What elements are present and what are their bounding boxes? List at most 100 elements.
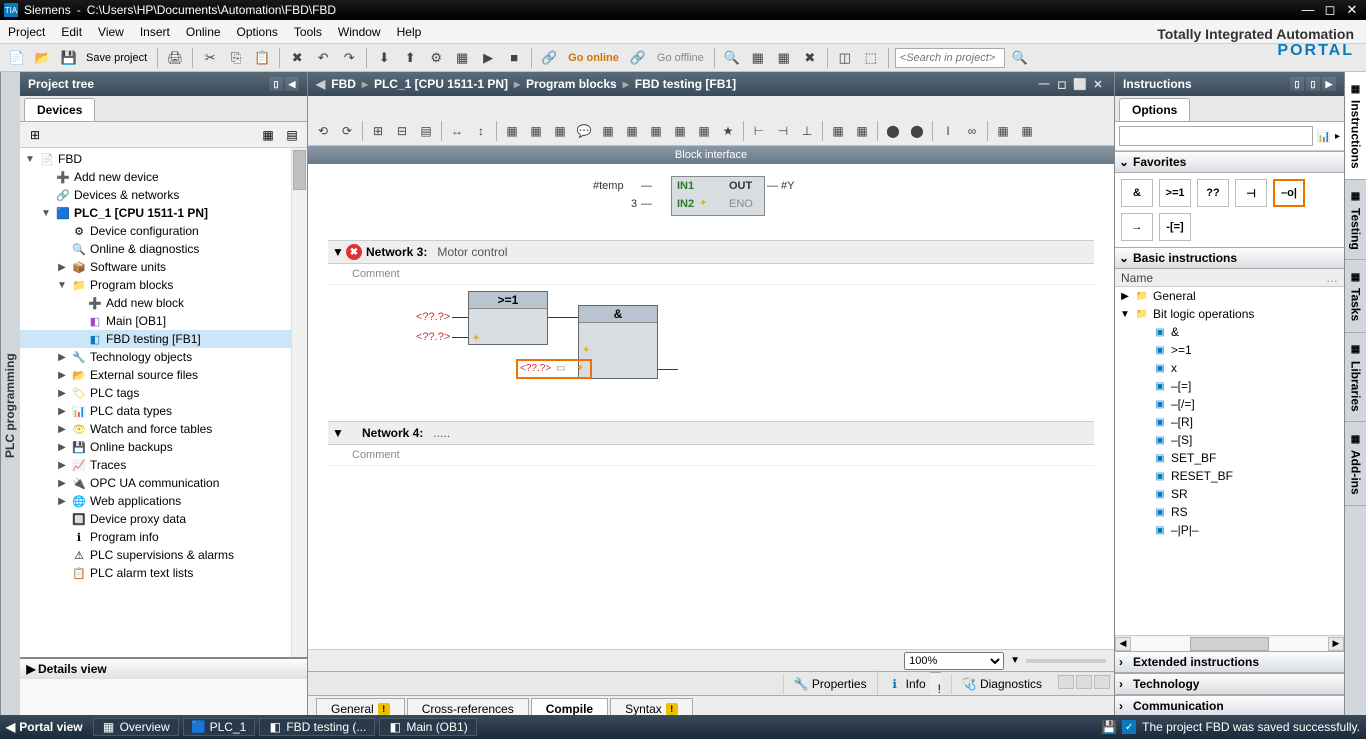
right-tab-tasks[interactable]: ▦Tasks: [1345, 260, 1366, 332]
et-btn-10[interactable]: ▦: [549, 120, 571, 142]
editor-maximize-button[interactable]: ⬜: [1072, 76, 1088, 92]
tree-view-button[interactable]: ▦: [257, 124, 279, 146]
instruction-item[interactable]: ▣SET_BF: [1115, 449, 1344, 467]
split-h-button[interactable]: ◫: [834, 47, 856, 69]
instruction-item[interactable]: ▣RESET_BF: [1115, 467, 1344, 485]
tree-hide-button[interactable]: ◀: [285, 77, 299, 91]
cross-ref-button[interactable]: ▦: [773, 47, 795, 69]
tree-item[interactable]: ▶📈Traces: [20, 456, 307, 474]
tree-collapse-button[interactable]: ▯: [269, 77, 283, 91]
et-btn-18[interactable]: ⊢: [748, 120, 770, 142]
instruction-search-input[interactable]: [1119, 126, 1313, 146]
devices-tab[interactable]: Devices: [24, 98, 95, 121]
taskbar-item[interactable]: 🟦PLC_1: [183, 718, 256, 736]
network-4-header[interactable]: ▼ Network 4: .....: [328, 421, 1094, 445]
network-3-canvas[interactable]: >=1 <??.?> <??.?> ✦ & ✦ <??.?> ▭ ✦: [408, 291, 1094, 411]
et-btn-20[interactable]: ⊥: [796, 120, 818, 142]
menu-insert[interactable]: Insert: [140, 25, 170, 39]
paste-button[interactable]: 📋: [251, 47, 273, 69]
instruction-item[interactable]: ▣–[=]: [1115, 377, 1344, 395]
et-btn-3[interactable]: ⊞: [367, 120, 389, 142]
tree-item[interactable]: ℹProgram info: [20, 528, 307, 546]
menu-window[interactable]: Window: [338, 25, 381, 39]
instruction-item[interactable]: ▼📁Bit logic operations: [1115, 305, 1344, 323]
search-input[interactable]: [895, 48, 1005, 68]
et-btn-9[interactable]: ▦: [525, 120, 547, 142]
et-btn-23[interactable]: ⬤: [882, 120, 904, 142]
inst-layout-button[interactable]: ▯: [1290, 77, 1304, 91]
copy-button[interactable]: ⎘: [225, 47, 247, 69]
tree-toggle-button[interactable]: ⊞: [24, 124, 46, 146]
network-3-header[interactable]: ▼ ✖ Network 3: Motor control: [328, 240, 1094, 264]
et-btn-12[interactable]: ▦: [597, 120, 619, 142]
inspector-close-button[interactable]: [1094, 675, 1110, 689]
editor-canvas[interactable]: #temp — IN1 3 — IN2 ✦ OUT — #Y ENO ▼ ✖ N…: [308, 164, 1114, 649]
instructions-tree[interactable]: ▶📁General▼📁Bit logic operations▣&▣>=1▣x▣…: [1115, 287, 1344, 635]
zoom-select[interactable]: 100%: [904, 652, 1004, 670]
instruction-item[interactable]: ▣–[/=]: [1115, 395, 1344, 413]
tree-item[interactable]: ▶🌐Web applications: [20, 492, 307, 510]
menu-edit[interactable]: Edit: [61, 25, 82, 39]
info-tab[interactable]: ℹInfo!: [877, 669, 951, 699]
instruction-item[interactable]: ▣>=1: [1115, 341, 1344, 359]
et-btn-2[interactable]: ⟳: [336, 120, 358, 142]
instruction-item[interactable]: ▣&: [1115, 323, 1344, 341]
tree-item[interactable]: ◧FBD testing [FB1]: [20, 330, 307, 348]
instruction-item[interactable]: ▶📁General: [1115, 287, 1344, 305]
tree-item[interactable]: 🔗Devices & networks: [20, 186, 307, 204]
instruction-item[interactable]: ▣SR: [1115, 485, 1344, 503]
start-button[interactable]: ▶: [477, 47, 499, 69]
et-btn-1[interactable]: ⟲: [312, 120, 334, 142]
taskbar-item[interactable]: ◧Main (OB1): [379, 718, 476, 736]
favorite-item[interactable]: -[=]: [1159, 213, 1191, 241]
instruction-item[interactable]: ▣–[S]: [1115, 431, 1344, 449]
right-tab-testing[interactable]: ▦Testing: [1345, 180, 1366, 261]
tree-item[interactable]: ▼📁Program blocks: [20, 276, 307, 294]
tree-item[interactable]: ▶🔧Technology objects: [20, 348, 307, 366]
instruction-item[interactable]: ▣–|P|–: [1115, 521, 1344, 539]
et-btn-7[interactable]: ↕: [470, 120, 492, 142]
et-btn-19[interactable]: ⊣: [772, 120, 794, 142]
menu-help[interactable]: Help: [397, 25, 422, 39]
tree-item[interactable]: ▼📄FBD: [20, 150, 307, 168]
inst-hide-button[interactable]: ▶: [1322, 77, 1336, 91]
tree-item[interactable]: ▶📦Software units: [20, 258, 307, 276]
editor-close-button[interactable]: ✕: [1090, 76, 1106, 92]
et-btn-4[interactable]: ⊟: [391, 120, 413, 142]
et-btn-5[interactable]: ▤: [415, 120, 437, 142]
basic-instructions-header[interactable]: ⌄Basic instructions: [1115, 247, 1344, 269]
cut-button[interactable]: ✂: [199, 47, 221, 69]
inspector-max-button[interactable]: [1076, 675, 1092, 689]
menu-tools[interactable]: Tools: [294, 25, 322, 39]
go-offline-icon[interactable]: 🔗: [627, 47, 649, 69]
portal-view-button[interactable]: ◀ Portal view: [6, 720, 83, 734]
upload-button[interactable]: ⬆: [399, 47, 421, 69]
extended-instructions-header[interactable]: ›Extended instructions: [1115, 651, 1344, 673]
et-btn-28[interactable]: ▦: [1016, 120, 1038, 142]
communication-header[interactable]: ›Communication: [1115, 695, 1344, 717]
et-btn-16[interactable]: ▦: [693, 120, 715, 142]
device-button[interactable]: ▦: [451, 47, 473, 69]
menu-project[interactable]: Project: [8, 25, 45, 39]
simulation-button[interactable]: ▦: [747, 47, 769, 69]
et-btn-22[interactable]: ▦: [851, 120, 873, 142]
right-tab-instructions[interactable]: ▦Instructions: [1345, 72, 1366, 180]
favorite-item[interactable]: –o|: [1273, 179, 1305, 207]
open-project-button[interactable]: 📂: [32, 47, 54, 69]
search-go-button[interactable]: 🔍: [1009, 47, 1031, 69]
et-btn-11[interactable]: 💬: [573, 120, 595, 142]
favorite-item[interactable]: ??: [1197, 179, 1229, 207]
favorite-item[interactable]: &: [1121, 179, 1153, 207]
save-button[interactable]: 💾: [58, 47, 80, 69]
et-btn-27[interactable]: ▦: [992, 120, 1014, 142]
tree-item[interactable]: ▶📊PLC data types: [20, 402, 307, 420]
compile-button[interactable]: ⚙: [425, 47, 447, 69]
delete-button[interactable]: ✖: [286, 47, 308, 69]
tree-item[interactable]: 📋PLC alarm text lists: [20, 564, 307, 582]
details-view-header[interactable]: ▶ Details view: [20, 657, 307, 679]
tree-item[interactable]: 🔲Device proxy data: [20, 510, 307, 528]
inst-expand-button[interactable]: ▸: [1335, 131, 1340, 142]
right-tab-libraries[interactable]: ▦Libraries: [1345, 333, 1366, 423]
accessible-devices-button[interactable]: 🔍: [721, 47, 743, 69]
tree-item[interactable]: ▼🟦PLC_1 [CPU 1511-1 PN]: [20, 204, 307, 222]
